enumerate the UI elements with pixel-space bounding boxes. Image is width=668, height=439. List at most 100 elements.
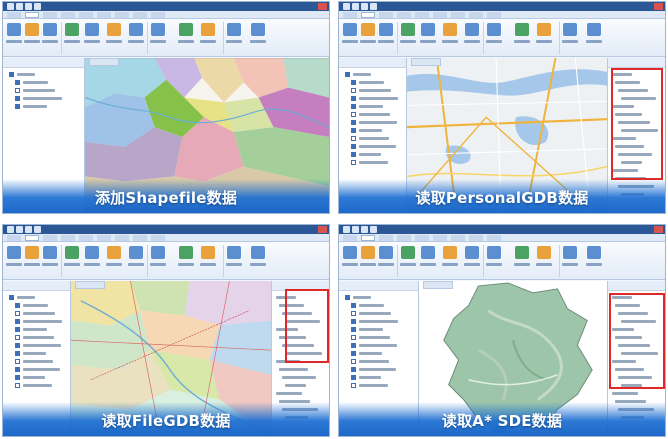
layer-tree-item[interactable] (351, 128, 399, 133)
layer-tree-item[interactable] (351, 88, 399, 93)
layer-tree-item[interactable] (351, 144, 399, 149)
layer-checkbox[interactable] (351, 152, 356, 157)
ribbon-tab[interactable] (7, 12, 21, 18)
layer-checkbox[interactable] (351, 136, 356, 141)
layer-tree-item[interactable] (15, 303, 63, 308)
ribbon-button-icon[interactable] (129, 23, 143, 36)
layer-checkbox[interactable] (15, 319, 20, 324)
ribbon-button-icon[interactable] (179, 23, 193, 36)
layer-checkbox[interactable] (351, 375, 356, 380)
ribbon-tab[interactable] (43, 12, 57, 18)
layer-checkbox[interactable] (351, 88, 356, 93)
ribbon-tab[interactable] (469, 235, 483, 241)
layer-tree-item[interactable] (351, 319, 411, 324)
layer-checkbox[interactable] (351, 367, 356, 372)
ribbon-button-icon[interactable] (563, 23, 577, 36)
catalog-tree-item[interactable] (285, 383, 329, 388)
ribbon-tab[interactable] (451, 12, 465, 18)
layer-checkbox[interactable] (351, 319, 356, 324)
layer-tree-item[interactable] (345, 295, 405, 300)
quick-access-icon[interactable] (370, 226, 377, 233)
ribbon-tab[interactable] (397, 235, 411, 241)
ribbon-tab[interactable] (487, 12, 501, 18)
layer-checkbox[interactable] (15, 383, 20, 388)
catalog-tree-item[interactable] (279, 367, 323, 372)
ribbon-button-icon[interactable] (201, 246, 215, 259)
layer-checkbox[interactable] (351, 335, 356, 340)
ribbon-button-icon[interactable] (563, 246, 577, 259)
ribbon-tab[interactable] (25, 12, 39, 18)
map-document-tab[interactable] (423, 281, 453, 289)
layer-tree-item[interactable] (351, 327, 411, 332)
ribbon-button-icon[interactable] (401, 23, 415, 36)
ribbon-button-icon[interactable] (107, 23, 121, 36)
layer-tree-item[interactable] (15, 335, 63, 340)
close-icon[interactable] (654, 3, 663, 10)
ribbon-button-icon[interactable] (227, 246, 241, 259)
layer-checkbox[interactable] (351, 343, 356, 348)
quick-access-icon[interactable] (34, 3, 41, 10)
layer-tree-item[interactable] (351, 160, 399, 165)
layer-checkbox[interactable] (15, 335, 20, 340)
ribbon-button-icon[interactable] (487, 23, 501, 36)
ribbon-button-icon[interactable] (587, 23, 601, 36)
layer-tree-item[interactable] (351, 136, 399, 141)
map-document-tab[interactable] (411, 58, 441, 66)
layer-checkbox[interactable] (351, 112, 356, 117)
layer-checkbox[interactable] (351, 311, 356, 316)
ribbon-tab[interactable] (115, 12, 129, 18)
ribbon-button-icon[interactable] (85, 246, 99, 259)
ribbon-tab[interactable] (151, 12, 165, 18)
ribbon-button-icon[interactable] (179, 246, 193, 259)
ribbon-tab[interactable] (115, 235, 129, 241)
ribbon-button-icon[interactable] (7, 23, 21, 36)
close-icon[interactable] (654, 226, 663, 233)
ribbon-tab[interactable] (7, 235, 21, 241)
layer-checkbox[interactable] (351, 359, 356, 364)
ribbon-button-icon[interactable] (151, 246, 165, 259)
ribbon-button-icon[interactable] (201, 23, 215, 36)
map-document-tab[interactable] (89, 58, 119, 66)
layer-tree-item[interactable] (9, 72, 71, 77)
ribbon-button-icon[interactable] (251, 23, 265, 36)
layer-tree-item[interactable] (351, 351, 411, 356)
quick-access-icon[interactable] (352, 3, 359, 10)
ribbon-tab[interactable] (361, 12, 375, 18)
quick-access-icon[interactable] (25, 226, 32, 233)
ribbon-button-icon[interactable] (537, 23, 551, 36)
layer-checkbox[interactable] (15, 343, 20, 348)
ribbon-tab[interactable] (379, 12, 393, 18)
ribbon-button-icon[interactable] (515, 246, 529, 259)
layer-tree-item[interactable] (15, 88, 77, 93)
layer-checkbox[interactable] (15, 327, 20, 332)
ribbon-button-icon[interactable] (65, 23, 79, 36)
catalog-tree-item[interactable] (612, 391, 656, 396)
ribbon-button-icon[interactable] (43, 246, 57, 259)
ribbon-tab[interactable] (415, 235, 429, 241)
layer-checkbox[interactable] (351, 96, 356, 101)
catalog-tree-item[interactable] (276, 391, 320, 396)
layer-tree-item[interactable] (15, 343, 63, 348)
ribbon-tab[interactable] (361, 235, 375, 241)
ribbon-button-icon[interactable] (65, 246, 79, 259)
layer-tree-item[interactable] (15, 104, 77, 109)
ribbon-button-icon[interactable] (107, 246, 121, 259)
layer-checkbox[interactable] (15, 367, 20, 372)
layer-checkbox[interactable] (351, 128, 356, 133)
catalog-tree-item[interactable] (282, 375, 326, 380)
layer-checkbox[interactable] (351, 303, 356, 308)
quick-access-icon[interactable] (343, 226, 350, 233)
ribbon-button-icon[interactable] (379, 23, 393, 36)
close-icon[interactable] (318, 226, 327, 233)
ribbon-button-icon[interactable] (515, 23, 529, 36)
layer-tree-item[interactable] (351, 383, 411, 388)
layer-tree-item[interactable] (15, 351, 63, 356)
ribbon-tab[interactable] (25, 235, 39, 241)
ribbon-button-icon[interactable] (43, 23, 57, 36)
quick-access-icon[interactable] (370, 3, 377, 10)
layer-checkbox[interactable] (15, 311, 20, 316)
layer-checkbox[interactable] (351, 80, 356, 85)
layer-tree-item[interactable] (351, 359, 411, 364)
ribbon-button-icon[interactable] (343, 23, 357, 36)
ribbon-button-icon[interactable] (227, 23, 241, 36)
